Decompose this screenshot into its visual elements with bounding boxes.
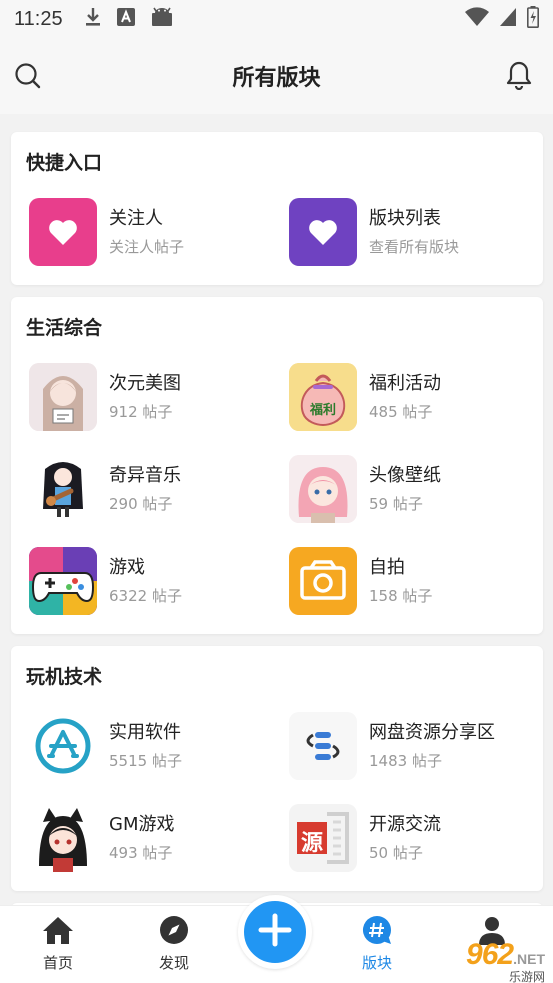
item-name: 头像壁纸 bbox=[369, 465, 441, 486]
bell-icon[interactable] bbox=[505, 60, 533, 91]
list-item-games[interactable]: 游戏 6322 帖子 bbox=[29, 547, 279, 619]
search-icon[interactable] bbox=[14, 62, 42, 90]
page-title: 所有版块 bbox=[232, 66, 321, 91]
app-store-icon bbox=[29, 712, 97, 780]
download-icon bbox=[85, 7, 101, 31]
tab-label: 版块 bbox=[361, 954, 392, 972]
section-quick-entry: 快捷入口 关注人 关注人帖子 版块列表 查看所有版块 bbox=[11, 132, 543, 285]
font-a-icon bbox=[116, 8, 135, 30]
open-source-seal-text: 源 bbox=[300, 831, 323, 856]
item-post-count: 290 帖子 bbox=[109, 495, 173, 513]
item-name: 奇异音乐 bbox=[109, 465, 181, 486]
tab-home[interactable]: 首页 bbox=[18, 914, 98, 973]
item-name: 开源交流 bbox=[369, 814, 441, 835]
status-time: 11:25 bbox=[14, 7, 63, 30]
signal-icon bbox=[499, 7, 517, 31]
tab-label: 发现 bbox=[158, 954, 189, 972]
tab-boards[interactable]: 版块 bbox=[337, 914, 417, 973]
item-name: 自拍 bbox=[369, 557, 405, 578]
list-item-welfare[interactable]: 福利 福利活动 485 帖子 bbox=[289, 363, 539, 435]
list-item-software[interactable]: 实用软件 5515 帖子 bbox=[29, 712, 279, 784]
plus-icon bbox=[258, 913, 292, 951]
app-header: 所有版块 bbox=[0, 38, 553, 114]
list-item-avatar-wallpaper[interactable]: 头像壁纸 59 帖子 bbox=[289, 455, 539, 527]
item-sub: 关注人帖子 bbox=[109, 238, 185, 256]
item-sub: 查看所有版块 bbox=[369, 238, 460, 256]
item-name: 版块列表 bbox=[369, 208, 441, 229]
home-icon bbox=[42, 914, 74, 946]
section-tech: 玩机技术 实用软件 5515 帖子 网盘资源分享区 1483 帖子 GM游戏 4… bbox=[11, 646, 543, 891]
watermark-logo: 962.NET 乐游网 bbox=[466, 938, 545, 983]
item-name: 游戏 bbox=[109, 557, 145, 578]
item-name: 实用软件 bbox=[109, 722, 181, 743]
section-title: 生活综合 bbox=[26, 317, 103, 339]
item-post-count: 158 帖子 bbox=[369, 587, 433, 605]
anime-guitar-thumbnail bbox=[29, 455, 97, 523]
battery-icon bbox=[527, 6, 539, 32]
hashtag-chat-icon bbox=[361, 914, 393, 946]
item-post-count: 493 帖子 bbox=[109, 844, 173, 862]
money-bag-icon: 福利 bbox=[289, 363, 357, 431]
cat-girl-thumbnail bbox=[29, 804, 97, 872]
camera-icon bbox=[289, 547, 357, 615]
item-post-count: 59 帖子 bbox=[369, 495, 423, 513]
anime-girl-thumbnail bbox=[29, 363, 97, 431]
list-item-open-source[interactable]: 源 开源交流 50 帖子 bbox=[289, 804, 539, 876]
item-post-count: 485 帖子 bbox=[369, 403, 433, 421]
section-life: 生活综合 次元美图 912 帖子 福利 福利活动 485 帖子 奇异音乐 290… bbox=[11, 297, 543, 634]
item-post-count: 5515 帖子 bbox=[109, 752, 182, 770]
item-post-count: 1483 帖子 bbox=[369, 752, 442, 770]
android-icon bbox=[151, 7, 173, 31]
list-item-music[interactable]: 奇异音乐 290 帖子 bbox=[29, 455, 279, 527]
list-item-gm-games[interactable]: GM游戏 493 帖子 bbox=[29, 804, 279, 876]
status-bar: 11:25 bbox=[0, 0, 553, 38]
compass-icon bbox=[158, 914, 190, 946]
section-title: 玩机技术 bbox=[26, 666, 103, 688]
gamepad-icon bbox=[29, 547, 97, 615]
item-name: GM游戏 bbox=[109, 814, 175, 835]
list-item-cloud-share[interactable]: 网盘资源分享区 1483 帖子 bbox=[289, 712, 539, 784]
item-name: 次元美图 bbox=[109, 373, 181, 394]
cloud-share-icon bbox=[289, 712, 357, 780]
item-post-count: 50 帖子 bbox=[369, 844, 423, 862]
item-post-count: 912 帖子 bbox=[109, 403, 173, 421]
tab-discover[interactable]: 发现 bbox=[134, 914, 214, 973]
section-title: 快捷入口 bbox=[26, 152, 103, 174]
list-item-board-list[interactable]: 版块列表 查看所有版块 bbox=[289, 198, 539, 270]
add-post-button[interactable] bbox=[238, 895, 312, 969]
heart-icon bbox=[289, 198, 357, 266]
welfare-badge-text: 福利 bbox=[309, 403, 336, 418]
list-item-following[interactable]: 关注人 关注人帖子 bbox=[29, 198, 279, 270]
item-post-count: 6322 帖子 bbox=[109, 587, 182, 605]
open-source-seal-icon: 源 bbox=[289, 804, 357, 872]
list-item-anime-art[interactable]: 次元美图 912 帖子 bbox=[29, 363, 279, 435]
list-item-selfie[interactable]: 自拍 158 帖子 bbox=[289, 547, 539, 619]
heart-icon bbox=[29, 198, 97, 266]
item-name: 网盘资源分享区 bbox=[369, 722, 495, 743]
tab-label: 首页 bbox=[42, 954, 73, 972]
item-name: 关注人 bbox=[109, 208, 163, 229]
wifi-icon bbox=[465, 7, 489, 31]
item-name: 福利活动 bbox=[369, 373, 441, 394]
pink-hair-avatar-thumbnail bbox=[289, 455, 357, 523]
